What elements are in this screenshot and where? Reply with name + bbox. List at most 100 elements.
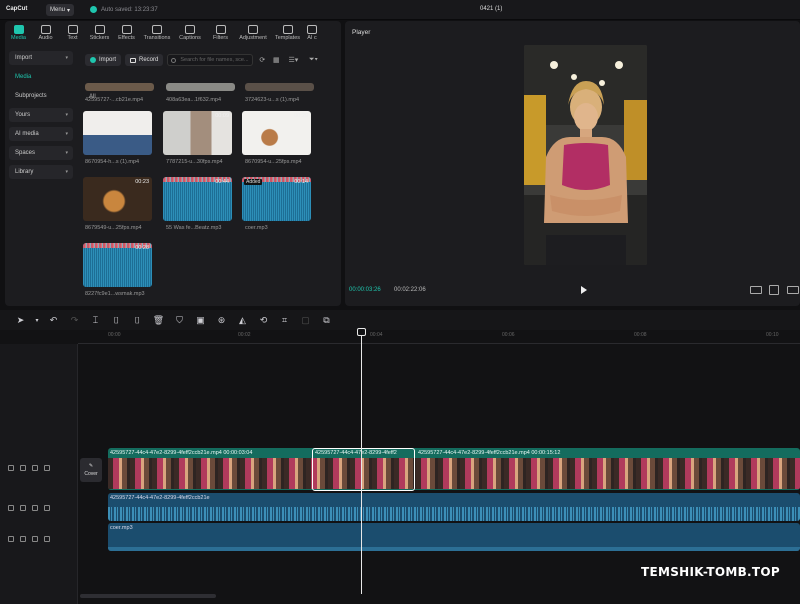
tab-adjustment[interactable]: Adjustment (235, 21, 271, 45)
fit-icon[interactable]: ⧉ (316, 313, 337, 327)
play-icon[interactable] (581, 286, 587, 294)
media-duration: 00:29 (294, 113, 308, 119)
grid-view-icon[interactable]: ▦ (271, 55, 281, 65)
video-preview[interactable] (524, 45, 647, 265)
delete-icon[interactable]: 🗑 (148, 313, 169, 327)
split-left-icon[interactable]: ⌷ (106, 313, 127, 327)
tab-text[interactable]: Text (59, 21, 86, 45)
media-thumb-audio[interactable]: 00:44 (163, 177, 232, 221)
track-lock-icon[interactable] (8, 465, 14, 471)
media-duration: 00:11 (135, 113, 149, 119)
sidebar-item-label: Spaces (15, 150, 36, 156)
refresh-icon[interactable]: ⟳ (257, 55, 267, 65)
crop-icon[interactable]: ⌗ (274, 313, 295, 327)
plus-icon (90, 57, 96, 63)
sort-icon[interactable]: ☰▾ (285, 55, 301, 65)
media-toolbar: Import Record Search for file names, sce… (85, 54, 321, 66)
sidebar-item-import[interactable]: Import ▾ (9, 51, 73, 65)
timeline-scrollbar[interactable] (80, 594, 216, 598)
selected-clip[interactable] (312, 448, 415, 491)
split-right-icon[interactable]: ⌷ (127, 313, 148, 327)
media-thumb[interactable] (166, 83, 235, 91)
menu-button[interactable]: Menu ▾ (46, 4, 74, 16)
media-thumb-audio[interactable]: Added 00:14 (242, 177, 311, 221)
time-ruler[interactable]: 00:00 00:02 00:04 00:06 00:08 00:10 (78, 330, 800, 344)
tab-audio[interactable]: Audio (32, 21, 59, 45)
media-thumb[interactable] (85, 83, 154, 91)
media-filename: 8670954-h...s (1).mp4 (85, 159, 140, 165)
media-thumb[interactable]: 00:11 (83, 111, 152, 155)
fullscreen-icon[interactable] (769, 285, 779, 295)
chevron-down-icon: ▾ (65, 169, 68, 175)
ai-icon (307, 25, 317, 34)
tab-label: Stickers (89, 35, 110, 41)
audio-track[interactable]: coer.mp3 (108, 523, 800, 551)
import-button[interactable]: Import (85, 54, 122, 66)
ratio-icon[interactable] (750, 286, 762, 294)
video-track-controls (8, 465, 50, 471)
media-filename: 42595727-...cb21e.mp4 (85, 97, 144, 103)
media-thumb[interactable]: 00:29 (242, 111, 311, 155)
redo-icon[interactable]: ↷ (64, 313, 85, 327)
sidebar-item-spaces[interactable]: Spaces ▾ (9, 146, 73, 160)
media-thumb[interactable]: 00:09 (163, 111, 232, 155)
camera-icon (130, 57, 137, 63)
rotate-icon[interactable]: ⟲ (253, 313, 274, 327)
track-audio-icon[interactable] (32, 505, 38, 511)
tab-stickers[interactable]: Stickers (86, 21, 113, 45)
more-icon[interactable] (44, 536, 50, 542)
media-duration: 00:44 (215, 179, 229, 185)
track-eye-icon[interactable] (20, 536, 26, 542)
sidebar-item-media[interactable]: Media (9, 70, 73, 84)
sidebar-item-ai-media[interactable]: AI media ▾ (9, 127, 73, 141)
import-label: Import (99, 57, 117, 63)
record-button[interactable]: Record (125, 54, 164, 66)
track-eye-icon[interactable] (20, 505, 26, 511)
sidebar-item-library[interactable]: Library ▾ (9, 165, 73, 179)
tab-filters[interactable]: Filters (206, 21, 235, 45)
media-filename: 55 Was fe...Beatz.mp3 (166, 225, 222, 231)
audio-track[interactable]: 42595727-44c4-47e2-8299-4feff2ccb21e (108, 493, 800, 521)
tab-ai[interactable]: AI c (304, 21, 320, 45)
tab-captions[interactable]: Captions (174, 21, 206, 45)
more-icon[interactable] (44, 505, 50, 511)
marker-icon[interactable]: ⛉ (169, 313, 190, 327)
media-thumb[interactable]: 00:23 (83, 177, 152, 221)
split-icon[interactable]: ⌶ (85, 313, 106, 327)
tab-transitions[interactable]: Transitions (140, 21, 174, 45)
effects-icon (121, 25, 132, 34)
media-filename: 8227fc9e1...wsmak.mp3 (85, 291, 145, 297)
media-thumb-audio[interactable]: 00:28 (83, 243, 152, 287)
video-track[interactable]: 42595727-44c4-47e2-8299-4feff2ccb21e.mp4… (108, 448, 800, 490)
select-tool-icon[interactable]: ➤ (10, 313, 31, 327)
track-audio-icon[interactable] (32, 465, 38, 471)
mirror-icon[interactable]: ◭ (232, 313, 253, 327)
cover-button[interactable]: ✎ Cover (80, 458, 102, 482)
track-lock-icon[interactable] (8, 505, 14, 511)
edit-icon: ✎ (88, 463, 94, 469)
speed-icon[interactable]: ⊛ (211, 313, 232, 327)
sidebar-item-subprojects[interactable]: Subprojects (9, 89, 73, 103)
playhead[interactable] (361, 330, 362, 594)
resize-icon[interactable]: ▢ (295, 313, 316, 327)
zoom-icon[interactable] (787, 286, 799, 294)
freeze-icon[interactable]: ▣ (190, 313, 211, 327)
track-eye-icon[interactable] (20, 465, 26, 471)
playhead-handle[interactable] (357, 328, 366, 336)
undo-icon[interactable]: ↶ (43, 313, 64, 327)
sidebar-item-yours[interactable]: Yours ▾ (9, 108, 73, 122)
filter-icon[interactable]: ⏷▾ (305, 55, 321, 65)
track-lock-icon[interactable] (8, 536, 14, 542)
media-panel: Media Audio Text Stickers Effects Transi… (5, 21, 341, 306)
audio-clip-label: coer.mp3 (110, 525, 133, 531)
search-input[interactable]: Search for file names, sce... (167, 54, 254, 66)
tab-templates[interactable]: Templates (271, 21, 304, 45)
media-thumb[interactable] (245, 83, 314, 91)
chevron-down-icon[interactable]: ▾ (31, 313, 43, 327)
project-title: 0421 (1) (480, 6, 503, 12)
text-icon (67, 25, 78, 34)
tab-effects[interactable]: Effects (113, 21, 140, 45)
tab-media[interactable]: Media (5, 21, 32, 45)
more-icon[interactable] (44, 465, 50, 471)
track-audio-icon[interactable] (32, 536, 38, 542)
